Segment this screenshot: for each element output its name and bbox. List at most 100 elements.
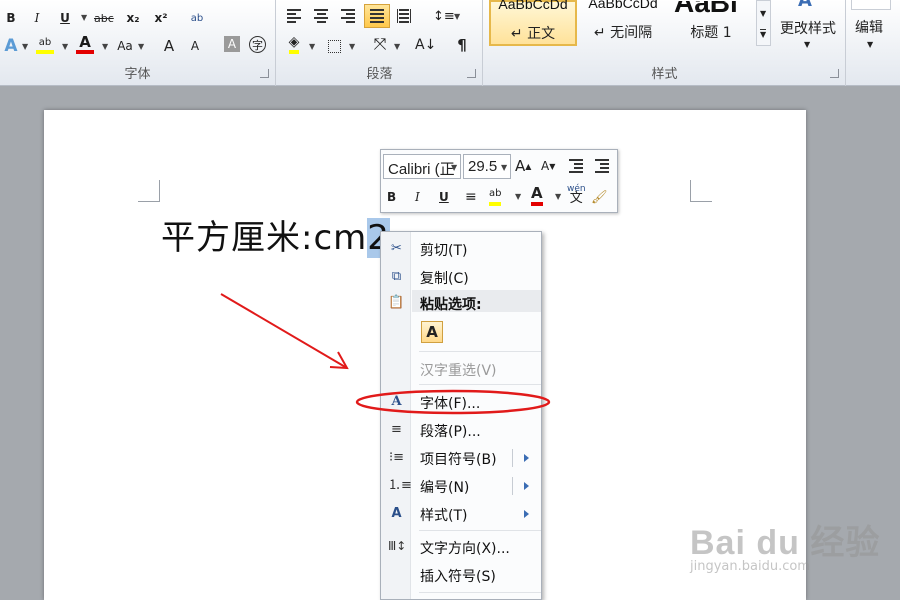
font-color-button[interactable]: A: [76, 33, 94, 54]
change-styles-button[interactable]: A 更改样式 ▼: [776, 0, 840, 60]
mini-decrease-indent-button[interactable]: [569, 155, 583, 177]
mini-bold-button[interactable]: B: [387, 186, 396, 208]
asian-layout-dropdown-icon[interactable]: ▼: [394, 42, 400, 51]
align-left-button[interactable]: [285, 6, 303, 26]
watermark: Bai du 经验 jingyan.baidu.com: [690, 515, 890, 585]
margin-corner-top-left: [138, 180, 160, 202]
submenu-arrow-icon: [524, 510, 529, 518]
menu-item-font[interactable]: A 字体(F)...: [381, 389, 541, 415]
gallery-more-icon[interactable]: ▼: [760, 29, 767, 39]
paragraph-dialog-launcher[interactable]: [467, 69, 476, 78]
mini-font-size-dropdown-icon[interactable]: ▼: [501, 163, 507, 172]
editing-dropdown-icon[interactable]: ▼: [867, 40, 873, 49]
styles-gallery-scroll[interactable]: ▼ ▼: [756, 0, 771, 46]
styles-dialog-launcher[interactable]: [830, 69, 839, 78]
editing-label[interactable]: 编辑: [855, 17, 883, 37]
mini-underline-button[interactable]: U: [439, 186, 449, 208]
mini-shrink-font-button[interactable]: A ▼: [541, 155, 555, 177]
mini-font-color-dropdown-icon[interactable]: ▼: [555, 192, 561, 201]
style-heading-1-name: 标题 1: [690, 25, 732, 41]
mini-grow-font-button[interactable]: A ▲: [515, 155, 531, 177]
sort-icon: A↓: [415, 37, 437, 53]
style-heading-1-sample: AaBl: [674, 0, 738, 18]
subscript-button[interactable]: x₂: [124, 8, 142, 28]
menu-item-copy[interactable]: ⧉ 复制(C): [381, 264, 541, 290]
mini-increase-indent-button[interactable]: [595, 155, 609, 177]
menu-item-bullets-label: 项目符号(B): [420, 452, 497, 468]
watermark-brand: Bai du 经验: [690, 524, 881, 562]
borders-button[interactable]: [325, 36, 343, 56]
line-spacing-button[interactable]: ↕≡: [433, 6, 455, 26]
paste-keep-text-button[interactable]: A: [421, 321, 443, 343]
style-no-spacing[interactable]: AaBbCcDd ↵ 无间隔: [579, 0, 667, 46]
justify-button[interactable]: [364, 4, 390, 28]
mini-font-color-button[interactable]: A: [531, 184, 543, 206]
text-direction-icon: Ⅲ↕: [388, 539, 407, 553]
paint-bucket-icon: ◈: [288, 34, 300, 54]
bold-button[interactable]: B: [2, 8, 20, 28]
copy-icon: ⧉: [391, 269, 402, 284]
strikethrough-button[interactable]: abc: [94, 8, 114, 28]
font-dialog-launcher[interactable]: [260, 69, 269, 78]
menu-item-cut-label: 剪切(T): [420, 243, 468, 259]
mini-center-button[interactable]: ≡: [465, 186, 477, 208]
superscript-button[interactable]: x²: [152, 8, 170, 28]
distributed-button[interactable]: [395, 6, 413, 26]
mini-phonetic-button[interactable]: wén 文: [567, 183, 586, 206]
gallery-up-icon[interactable]: ▼: [760, 9, 766, 18]
submenu-arrow-icon[interactable]: [524, 482, 529, 490]
grow-font-button[interactable]: A: [160, 36, 178, 56]
highlight-button[interactable]: ab: [36, 34, 54, 54]
align-center-button[interactable]: [312, 6, 330, 26]
line-spacing-dropdown-icon[interactable]: ▼: [454, 12, 460, 21]
mini-font-name-dropdown-icon[interactable]: ▼: [451, 163, 457, 172]
menu-item-insert-symbol[interactable]: 插入符号(S): [381, 562, 541, 588]
highlight-dropdown-icon[interactable]: ▼: [62, 42, 68, 51]
phonetic-guide-button[interactable]: ab: [188, 8, 206, 28]
mini-format-painter-button[interactable]: 🖌: [591, 186, 608, 208]
character-shading-button[interactable]: A: [224, 36, 240, 52]
mini-font-name-combo[interactable]: Calibri (正: [383, 154, 461, 179]
enclose-characters-button[interactable]: 字: [249, 36, 266, 53]
menu-item-numbering[interactable]: ⒈≡ 编号(N): [381, 473, 541, 499]
distributed-icon: [397, 9, 411, 23]
font-icon: A: [391, 394, 402, 409]
align-right-button[interactable]: [339, 6, 357, 26]
change-styles-icon: A: [798, 0, 812, 11]
sort-button[interactable]: A↓: [415, 35, 436, 55]
align-left-icon: [287, 9, 301, 23]
show-marks-button[interactable]: ¶: [453, 35, 471, 55]
change-case-button[interactable]: Aa: [116, 36, 134, 56]
mini-italic-button[interactable]: I: [415, 186, 420, 208]
mini-highlight-dropdown-icon[interactable]: ▼: [515, 192, 521, 201]
font-color-dropdown-icon[interactable]: ▼: [102, 42, 108, 51]
change-case-dropdown-icon[interactable]: ▼: [138, 42, 144, 51]
asian-layout-button[interactable]: ⤧: [371, 34, 389, 54]
underline-button[interactable]: U: [56, 8, 74, 28]
menu-item-styles-label: 样式(T): [420, 508, 468, 524]
submenu-arrow-icon[interactable]: [524, 454, 529, 462]
underline-dropdown-icon[interactable]: ▼: [81, 13, 87, 22]
style-normal[interactable]: AaBbCcDd ↵ 正文: [489, 0, 577, 46]
menu-item-bullets[interactable]: ⁝≡ 项目符号(B): [381, 445, 541, 471]
menu-item-paragraph[interactable]: ≡ 段落(P)...: [381, 417, 541, 443]
text-effects-button[interactable]: A: [2, 36, 20, 56]
italic-button[interactable]: I: [28, 8, 46, 28]
text-effects-dropdown-icon[interactable]: ▼: [22, 42, 28, 51]
menu-item-styles[interactable]: A 样式(T): [381, 501, 541, 527]
editing-button[interactable]: [851, 0, 891, 10]
shrink-font-button[interactable]: A: [186, 36, 204, 56]
numbering-icon: ⒈≡: [388, 478, 412, 493]
shading-dropdown-icon[interactable]: ▼: [309, 42, 315, 51]
mini-highlight-button[interactable]: ab: [489, 184, 502, 206]
borders-dropdown-icon[interactable]: ▼: [349, 42, 355, 51]
menu-item-cut[interactable]: ✂ 剪切(T): [381, 236, 541, 262]
document-text[interactable]: 平方厘米:cm2: [161, 210, 390, 259]
menu-item-text-direction[interactable]: Ⅲ↕ 文字方向(X)...: [381, 534, 541, 560]
menu-item-copy-label: 复制(C): [420, 271, 469, 287]
style-heading-1[interactable]: AaBl 标题 1: [669, 0, 753, 46]
font-group-label: 字体: [124, 67, 151, 82]
shading-button[interactable]: ◈: [285, 34, 303, 54]
bullets-icon: ⁝≡: [388, 450, 405, 465]
borders-icon: [327, 39, 341, 53]
